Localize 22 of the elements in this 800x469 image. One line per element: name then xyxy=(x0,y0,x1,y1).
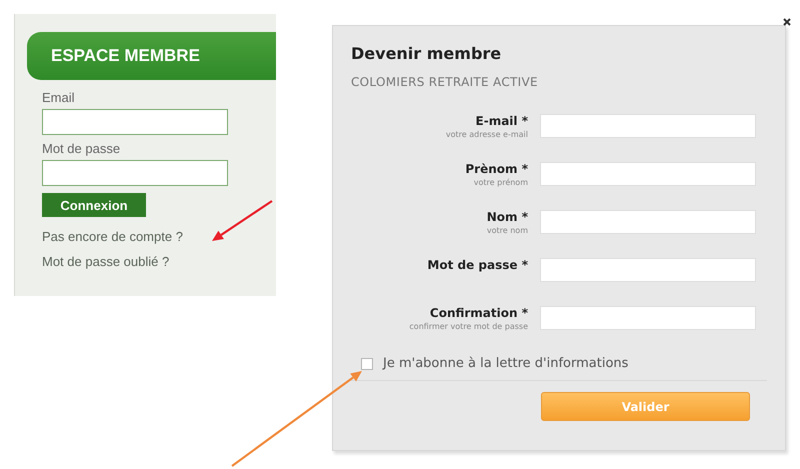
link[interactable]: Pas encore de compte ? xyxy=(42,229,183,244)
connexion-button[interactable]: Connexion xyxy=(42,193,146,217)
input-field[interactable] xyxy=(42,160,228,186)
checkbox-label: Je m'abonne à la lettre d'informations xyxy=(383,356,628,371)
field-label: Email xyxy=(42,90,75,105)
field-hint: votre adresse e-mail xyxy=(446,130,528,139)
checkbox[interactable] xyxy=(361,358,373,370)
field-label: Prènom * xyxy=(465,162,528,176)
field-label: Mot de passe * xyxy=(427,258,528,272)
field-hint: votre prénom xyxy=(474,178,528,187)
panel-header: ESPACE MEMBRE xyxy=(27,32,276,80)
field-label: Nom * xyxy=(486,210,528,224)
field-hint: confirmer votre mot de passe xyxy=(409,322,528,331)
field-hint: votre nom xyxy=(486,226,528,235)
field-label: E-mail * xyxy=(476,114,528,128)
close-icon[interactable] xyxy=(783,18,791,26)
link[interactable]: Mot de passe oublié ? xyxy=(42,254,170,269)
dialog-subtitle: COLOMIERS RETRAITE ACTIVE xyxy=(351,75,539,89)
field-label: Confirmation * xyxy=(430,306,528,320)
dialog-title: Devenir membre xyxy=(351,44,502,63)
input-field[interactable] xyxy=(42,109,228,135)
field-label: Mot de passe xyxy=(42,141,120,156)
